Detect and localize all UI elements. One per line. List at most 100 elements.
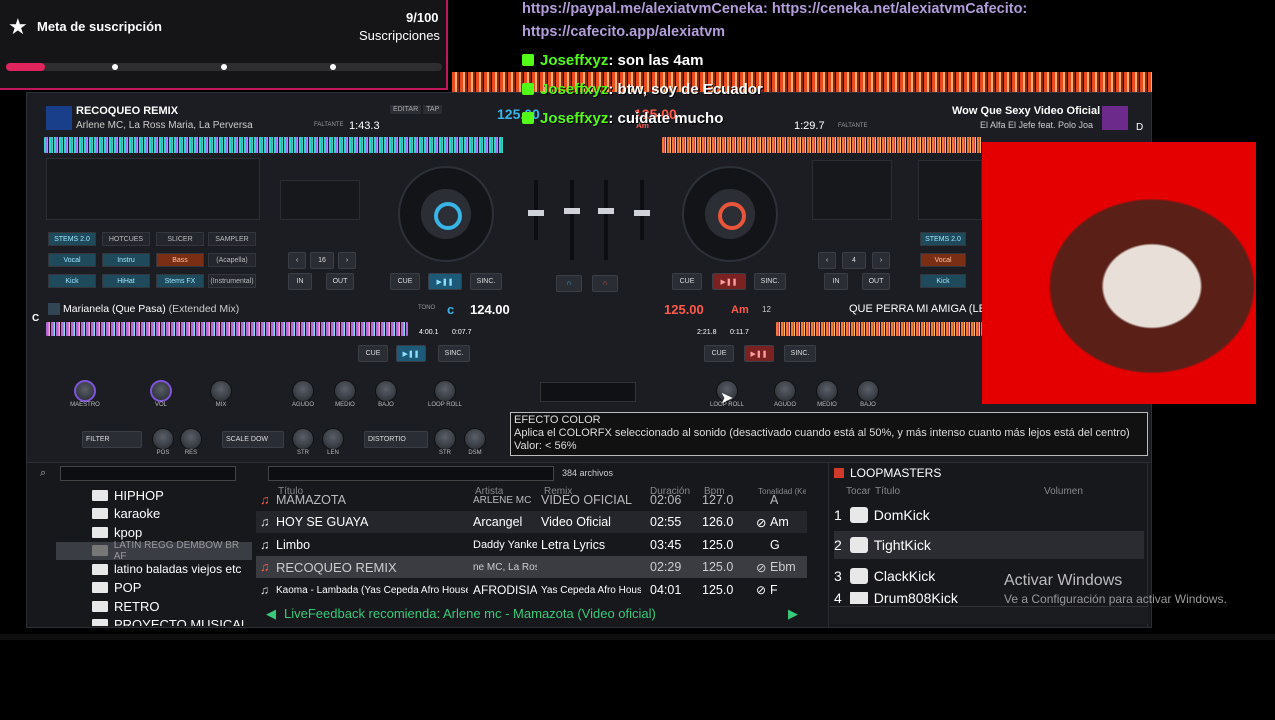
loop-item[interactable]: 1 DomKick — [834, 501, 1144, 529]
folder-item[interactable]: karaoke — [56, 505, 252, 524]
deck-d-cue-button[interactable]: CUE — [704, 345, 734, 362]
deck-a-volume-fader[interactable] — [564, 180, 580, 260]
deck-a-edit-button[interactable]: EDITAR — [390, 105, 422, 114]
chat-donation-link-2[interactable]: https://cafecito.app/alexiatvm — [522, 24, 725, 40]
folder-item[interactable]: kpop — [56, 523, 252, 542]
deck-a-hotcues-tab[interactable]: HOTCUES — [102, 232, 150, 246]
deck-a-cue-button[interactable]: CUE — [390, 273, 420, 290]
chat-username[interactable]: Joseffxyz — [540, 110, 608, 127]
deck-b-headphone-icon[interactable]: ∩ — [592, 275, 618, 292]
table-row[interactable]: ♫ Kaoma - Lambada (Yas Cepeda Afro House… — [256, 579, 807, 601]
deck-a-stem-hihat[interactable]: HiHat — [102, 274, 150, 288]
live-feedback-text[interactable]: LiveFeedback recomienda: Arlene mc - Mam… — [284, 606, 656, 621]
deck-a-stem-acapella[interactable]: (Acapella) — [208, 253, 256, 267]
table-row-selected[interactable]: ♫ RECOQUEO REMIX ne MC, La Ross 02:29 12… — [256, 556, 807, 578]
deck-a-tap-button[interactable]: TAP — [423, 105, 443, 114]
chat-username[interactable]: Joseffxyz — [540, 81, 608, 98]
fx3-select[interactable]: DISTORTIO — [364, 431, 428, 448]
deck-a-mid-knob[interactable] — [334, 380, 356, 402]
deck-a-stem-bass[interactable]: Bass — [156, 253, 204, 267]
deck-b-treble-knob[interactable] — [774, 380, 796, 402]
fx2-select[interactable]: SCALE DOW — [222, 431, 284, 448]
deck-b-loop-size[interactable]: 4 — [842, 252, 866, 269]
deck-a-out-button[interactable]: OUT — [326, 273, 354, 290]
deck-a-stem-instru[interactable]: Instru — [102, 253, 150, 267]
deck-a-loop-size[interactable]: 16 — [310, 252, 334, 269]
folder-item[interactable]: PROYECTO MUSICAL — [56, 616, 252, 626]
live-feedback-next-icon[interactable]: ▶ — [788, 606, 798, 622]
folder-item[interactable]: POP — [56, 579, 252, 598]
deck-b-sync-button[interactable]: SINC. — [754, 273, 786, 290]
table-row[interactable]: ♫ HOY SE GUAYA Arcangel Video Oficial 02… — [256, 511, 807, 533]
table-row[interactable]: ♫ Limbo Daddy Yankee Letra Lyrics 03:45 … — [256, 534, 807, 556]
fx1-pos-knob[interactable] — [152, 428, 174, 450]
deck-a-headphone-icon[interactable]: ∩ — [556, 275, 582, 292]
loop-col-play[interactable]: Tocar — [846, 486, 870, 497]
deck-a-stems-tab[interactable]: STEMS 2.0 — [48, 232, 96, 246]
deck-b-mid-knob[interactable] — [816, 380, 838, 402]
deck-b-stems-tab[interactable]: STEMS 2.0 — [920, 232, 966, 246]
deck-a-loop-next-button[interactable]: › — [338, 252, 356, 269]
deck-a-loop-prev-button[interactable]: ‹ — [288, 252, 306, 269]
volume-knob[interactable] — [150, 380, 172, 402]
deck-a-slicer-tab[interactable]: SLICER — [156, 232, 204, 246]
fx2-str-knob[interactable] — [292, 428, 314, 450]
deck-a-pitch-fader[interactable] — [528, 180, 544, 240]
deck-b-jog-wheel[interactable] — [682, 166, 778, 262]
deck-d-play-button[interactable]: ▶❚❚ — [744, 345, 774, 362]
fx2-len-knob[interactable] — [322, 428, 344, 450]
deck-a-stem-kick[interactable]: Kick — [48, 274, 96, 288]
deck-b-in-button[interactable]: IN — [824, 273, 848, 290]
deck-b-cue-button[interactable]: CUE — [672, 273, 702, 290]
crossfader[interactable] — [540, 382, 636, 402]
loop-col-volume[interactable]: Volumen — [1044, 486, 1083, 497]
deck-c-sync-button[interactable]: SINC. — [438, 345, 470, 362]
deck-b-out-button[interactable]: OUT — [862, 273, 890, 290]
folder-item-selected[interactable]: LATIN REGG DEMBOW BR AF — [56, 540, 252, 562]
fx3-str-knob[interactable] — [434, 428, 456, 450]
loopmasters-toolbar[interactable] — [830, 606, 1148, 624]
folder-search-input[interactable] — [60, 466, 236, 481]
chat-donation-links[interactable]: https://paypal.me/alexiatvmCeneka: https… — [522, 1, 1027, 17]
deck-b-loop-prev-button[interactable]: ‹ — [818, 252, 836, 269]
deck-a-stem-vocal[interactable]: Vocal — [48, 253, 96, 267]
deck-a-stem-fx[interactable]: Stems FX — [156, 274, 204, 288]
mix-knob[interactable] — [210, 380, 232, 402]
table-row[interactable]: ♫ MAMAZOTA ARLENE MC VIDEO OFICIAL 02:06… — [256, 493, 807, 507]
deck-c-cue-button[interactable]: CUE — [358, 345, 388, 362]
folder-item[interactable]: RETRO — [56, 597, 252, 616]
deck-a-stem-instrumental[interactable]: (Instrumental) — [208, 274, 256, 288]
loop-item[interactable]: 2 TightKick — [834, 531, 1144, 559]
fx3-dsm-knob[interactable] — [464, 428, 486, 450]
deck-b-waveform[interactable] — [662, 137, 982, 153]
chat-username[interactable]: Joseffxyz — [540, 52, 608, 69]
folder-item[interactable]: HIPHOP — [56, 486, 252, 505]
deck-a-jog-wheel[interactable] — [398, 166, 494, 262]
deck-d-sync-button[interactable]: SINC. — [784, 345, 816, 362]
deck-c-play-button[interactable]: ▶❚❚ — [396, 345, 426, 362]
live-feedback-prev-icon[interactable]: ◀ — [266, 606, 276, 622]
deck-a-bass-knob[interactable] — [375, 380, 397, 402]
fx1-select[interactable]: FILTER — [82, 431, 142, 448]
deck-a-waveform[interactable] — [44, 137, 504, 153]
fx1-res-knob[interactable] — [180, 428, 202, 450]
deck-b-pitch-fader[interactable] — [634, 180, 650, 240]
deck-a-in-button[interactable]: IN — [288, 273, 312, 290]
video-progress-bar[interactable] — [0, 634, 1275, 640]
deck-a-sampler-tab[interactable]: SAMPLER — [208, 232, 256, 246]
deck-b-bass-knob[interactable] — [857, 380, 879, 402]
loop-col-title[interactable]: Título — [875, 486, 900, 497]
deck-b-stem-vocal[interactable]: Vocal — [920, 253, 966, 267]
deck-b-volume-fader[interactable] — [598, 180, 614, 260]
folder-item[interactable]: latino baladas viejos etc — [56, 560, 252, 579]
deck-d-waveform[interactable] — [776, 322, 982, 336]
deck-b-play-button[interactable]: ▶❚❚ — [712, 273, 746, 290]
deck-c-waveform[interactable] — [46, 322, 408, 336]
master-knob[interactable] — [74, 380, 96, 402]
deck-a-loop-roll-knob[interactable] — [434, 380, 456, 402]
deck-b-loop-next-button[interactable]: › — [872, 252, 890, 269]
deck-b-stem-kick[interactable]: Kick — [920, 274, 966, 288]
deck-a-sync-button[interactable]: SINC. — [470, 273, 502, 290]
deck-a-treble-knob[interactable] — [292, 380, 314, 402]
track-search-input[interactable] — [268, 466, 554, 481]
